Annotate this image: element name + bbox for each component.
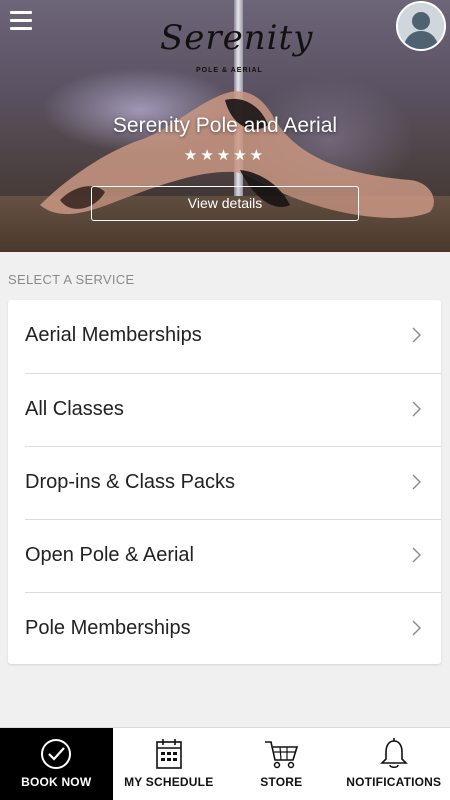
- tab-label: NOTIFICATIONS: [346, 775, 442, 789]
- service-item-label: Aerial Memberships: [25, 324, 202, 346]
- chevron-right-icon: [412, 401, 421, 417]
- tab-store[interactable]: STORE: [225, 728, 338, 800]
- shopping-cart-icon: [265, 741, 299, 769]
- tab-label: MY SCHEDULE: [124, 775, 214, 789]
- calendar-icon: [155, 739, 182, 769]
- profile-avatar-button[interactable]: [396, 1, 446, 51]
- menu-button[interactable]: [10, 11, 34, 33]
- service-item-pole-memberships[interactable]: Pole Memberships: [25, 592, 441, 665]
- chevron-right-icon: [412, 327, 421, 343]
- service-item-label: Pole Memberships: [25, 617, 191, 639]
- bell-icon: [379, 738, 408, 769]
- service-item-label: Open Pole & Aerial: [25, 544, 194, 566]
- chevron-right-icon: [412, 620, 421, 636]
- tab-my-schedule[interactable]: MY SCHEDULE: [113, 728, 226, 800]
- service-item-label: Drop-ins & Class Packs: [25, 471, 236, 493]
- bottom-navigation: BOOK NOW MY SCHEDULE STORE NOTIFICATIONS: [0, 727, 450, 800]
- rating-stars: ★★★★★: [183, 147, 267, 164]
- service-item-label: All Classes: [25, 398, 124, 420]
- service-item-drop-ins[interactable]: Drop-ins & Class Packs: [25, 446, 441, 519]
- service-list: Aerial Memberships All Classes Drop-ins …: [8, 300, 441, 664]
- tab-label: STORE: [260, 775, 303, 789]
- tab-notifications[interactable]: NOTIFICATIONS: [338, 728, 450, 800]
- service-item-aerial-memberships[interactable]: Aerial Memberships: [25, 300, 441, 373]
- service-item-open-pole-aerial[interactable]: Open Pole & Aerial: [25, 519, 441, 592]
- service-item-all-classes[interactable]: All Classes: [25, 373, 441, 446]
- logo-subtext: POLE & AERIAL: [196, 67, 263, 74]
- tab-label: BOOK NOW: [21, 775, 92, 789]
- logo-script-text: Serenity: [160, 18, 314, 58]
- user-avatar-icon: [398, 3, 444, 49]
- studio-logo: Serenity POLE & AERIAL: [160, 18, 314, 84]
- section-title: SELECT A SERVICE: [8, 272, 135, 287]
- hamburger-menu-icon: [10, 11, 32, 14]
- hamburger-line: [10, 19, 32, 22]
- studio-name: Serenity Pole and Aerial: [112, 114, 338, 137]
- hero-banner: Serenity POLE & AERIAL Serenity Pole and…: [0, 0, 450, 252]
- view-details-button[interactable]: View details: [91, 186, 359, 221]
- tab-book-now[interactable]: BOOK NOW: [0, 728, 113, 800]
- chevron-right-icon: [412, 474, 421, 490]
- check-circle-icon: [41, 739, 72, 769]
- chevron-right-icon: [412, 547, 421, 563]
- hamburger-line: [10, 27, 32, 30]
